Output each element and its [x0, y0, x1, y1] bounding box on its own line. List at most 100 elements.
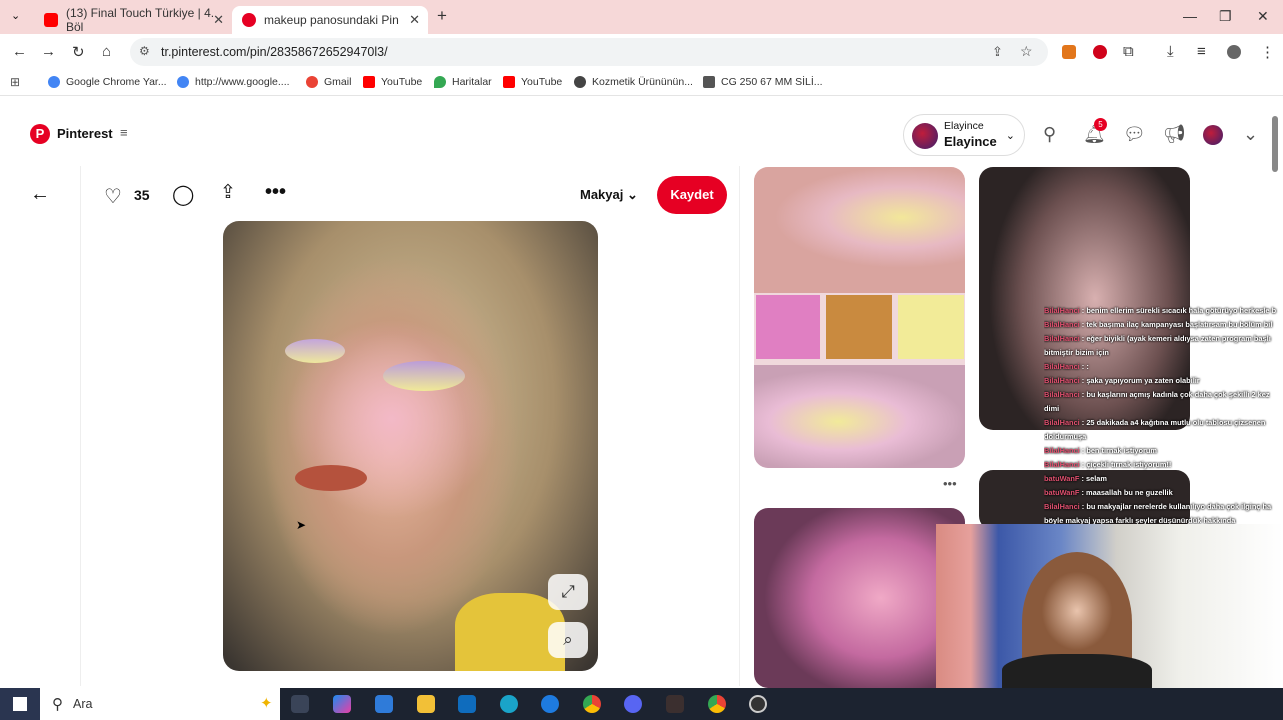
pinterest-logo-icon[interactable]: P [30, 124, 50, 144]
bookmark-item[interactable]: Haritalar [434, 76, 492, 88]
avatar[interactable] [1203, 125, 1223, 145]
windows-taskbar: ⚲ Ara ✦ [0, 688, 1283, 720]
scrollbar[interactable] [1272, 116, 1278, 172]
chevron-down-icon[interactable]: ⌄ [1243, 124, 1258, 145]
install-app-icon[interactable]: ⇪ [992, 44, 1003, 60]
edge-icon[interactable] [500, 695, 518, 713]
task-view-icon[interactable] [291, 695, 309, 713]
store-icon[interactable] [375, 695, 393, 713]
profile-avatar-icon[interactable] [1227, 45, 1241, 59]
home-icon[interactable]: ⌂ [102, 43, 111, 60]
chat-text: eğer biyikli (ayak kemeri aldıysa zaten … [1086, 334, 1271, 343]
bookmark-item[interactable]: Google Chrome Yar... [48, 76, 167, 88]
chat-username: BilalHanci [1044, 446, 1080, 455]
address-bar[interactable]: ⚙ tr.pinterest.com/pin/283586726529470l3… [130, 38, 1048, 66]
sparkle-icon: ✦ [260, 695, 273, 712]
new-tab-button[interactable]: + [437, 6, 447, 26]
bookmark-item[interactable]: Kozmetik Ürününün... [574, 76, 693, 88]
chat-username: batuWanF [1044, 488, 1080, 497]
board-name: Makyaj [580, 187, 624, 202]
metamask-icon[interactable] [1062, 45, 1076, 59]
extensions-icon[interactable]: ⧉ [1123, 43, 1134, 60]
expand-icon[interactable]: ⤢ [548, 574, 588, 610]
tab-youtube[interactable]: (13) Final Touch Türkiye | 4. Böl ✕ [34, 6, 232, 34]
reload-icon[interactable]: ↻ [72, 43, 85, 61]
chrome-active-icon[interactable] [708, 695, 726, 713]
more-options-icon[interactable]: ••• [943, 476, 957, 491]
back-icon[interactable]: ← [12, 43, 27, 60]
obs-icon[interactable] [749, 695, 767, 713]
chat-message: BilalHanci : : [1044, 362, 1089, 371]
chat-text: doldurmuşa [1044, 432, 1087, 441]
apps-grid-icon[interactable]: ⊞ [10, 75, 20, 89]
chat-message: batuWanF : maasallah bu ne guzellik [1044, 488, 1173, 497]
forward-icon[interactable]: → [41, 43, 56, 60]
bookmark-star-icon[interactable]: ☆ [1020, 43, 1033, 60]
globe-icon [574, 76, 586, 88]
chrome-icon[interactable] [583, 695, 601, 713]
taskbar-search[interactable]: ⚲ Ara ✦ [40, 688, 280, 720]
bookmark-item[interactable]: http://www.google.... [177, 76, 290, 88]
ie-icon[interactable] [541, 695, 559, 713]
download-icon[interactable]: ⤓ [1167, 43, 1174, 60]
tab-search-icon[interactable]: ⌄ [11, 9, 20, 22]
close-tab-icon[interactable]: ✕ [213, 12, 224, 28]
chrome-menu-icon[interactable]: ⋮ [1260, 43, 1275, 61]
account-name: Elayince [944, 134, 997, 149]
board-selector[interactable]: Makyaj ⌄ [580, 187, 638, 203]
visual-search-icon[interactable]: ⌕ [548, 622, 588, 658]
site-info-icon[interactable]: ⚙ [139, 44, 150, 58]
mouse-cursor-icon: ➤ [296, 518, 307, 532]
swatch-pink [756, 295, 820, 359]
youtube-icon [363, 76, 375, 88]
chat-text: ben tırnak istiyorum [1086, 446, 1157, 455]
swatch-yellow [898, 295, 964, 359]
discord-icon[interactable] [624, 695, 642, 713]
chat-message: BilalHanci : bu makyajlar nerelerde kull… [1044, 502, 1272, 511]
account-switcher[interactable]: Elayince Elayince ⌄ [903, 114, 1025, 156]
maximize-icon[interactable]: ❐ [1219, 8, 1232, 25]
copilot-icon[interactable] [333, 695, 351, 713]
chat-text: 25 dakikada a4 kağıtına mutlu olu tablos… [1086, 418, 1266, 427]
bookmark-item[interactable]: CG 250 67 MM SİLİ... [703, 76, 823, 88]
bookmark-item[interactable]: YouTube [503, 76, 562, 88]
eyeshadow-right [383, 361, 465, 391]
chat-message: batuWanF : selam [1044, 474, 1107, 483]
comment-icon[interactable]: ◯ [172, 182, 194, 207]
adblock-icon[interactable] [1093, 45, 1107, 59]
file-explorer-icon[interactable] [417, 695, 435, 713]
pin-main-image[interactable] [223, 221, 598, 671]
minimize-icon[interactable]: — [1183, 8, 1197, 24]
outlook-icon[interactable] [458, 695, 476, 713]
start-button[interactable] [0, 688, 40, 720]
avatar [912, 123, 938, 149]
chat-text: selam [1086, 474, 1107, 483]
bookmark-item[interactable]: Gmail [306, 76, 351, 88]
pinterest-header: P Pinterest ≡ Elayince Elayince ⌄ ⚲ 🔔︎ 5… [0, 108, 1283, 164]
chat-username: BilalHanci [1044, 502, 1080, 511]
brand-name[interactable]: Pinterest [57, 126, 113, 141]
related-pin[interactable] [754, 167, 965, 468]
tab-pinterest[interactable]: makeup panosundaki Pin ✕ [232, 6, 428, 34]
related-pin[interactable] [754, 508, 965, 688]
close-tab-icon[interactable]: ✕ [409, 12, 420, 28]
video-editor-icon[interactable] [666, 695, 684, 713]
search-icon[interactable]: ⚲ [1043, 124, 1056, 145]
window-close-icon[interactable]: ✕ [1257, 8, 1269, 25]
heart-icon[interactable]: ♡ [104, 184, 122, 209]
windows-logo-icon [13, 697, 27, 711]
hamburger-menu-icon[interactable]: ≡ [120, 125, 128, 140]
messages-icon[interactable]: 💬︎ [1123, 124, 1146, 145]
chat-text: bitmiştir bizim için [1044, 348, 1109, 357]
save-button[interactable]: Kaydet [657, 176, 727, 214]
share-icon[interactable]: ⇪ [220, 181, 236, 204]
updates-megaphone-icon[interactable]: 📢︎ [1163, 124, 1186, 145]
bookmark-item[interactable]: YouTube [363, 76, 422, 88]
chat-username: BilalHanci [1044, 390, 1080, 399]
more-options-icon[interactable]: ••• [265, 181, 286, 204]
chevron-down-icon: ⌄ [1005, 130, 1015, 142]
media-controls-icon[interactable]: ≡ [1197, 43, 1206, 60]
chat-text: çiçekli tırnak istiyorum!! [1086, 460, 1172, 469]
back-arrow-icon[interactable]: ← [30, 183, 50, 206]
chat-message: BilalHanci : ben tırnak istiyorum [1044, 446, 1157, 455]
